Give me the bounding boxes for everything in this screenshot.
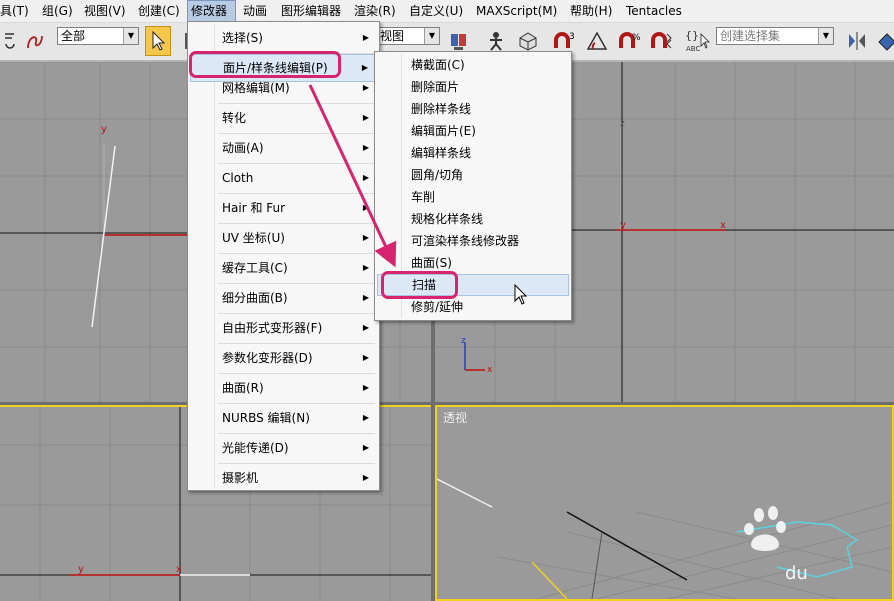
annotation-arrow [308,84,397,268]
mouse-cursor-icon [514,284,528,305]
